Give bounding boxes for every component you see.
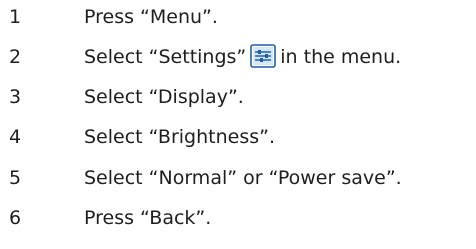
step-text-before-icon: Select “Settings” — [84, 46, 247, 68]
step-2: 2 Select “Settings” in the menu. — [0, 41, 476, 73]
step-3: 3 Select “Display”. — [0, 81, 476, 113]
step-text-after-icon: in the menu. — [280, 46, 402, 68]
step-number: 6 — [9, 207, 22, 229]
step-number: 3 — [9, 86, 22, 108]
step-5: 5 Select “Normal” or “Power save”. — [0, 162, 476, 194]
step-text: Select “Brightness”. — [84, 126, 276, 148]
step-number: 1 — [9, 6, 22, 28]
step-text: Press “Back”. — [84, 207, 212, 229]
step-text: Press “Menu”. — [84, 6, 218, 28]
step-text: Select “Display”. — [84, 86, 244, 108]
step-6: 6 Press “Back”. — [0, 202, 476, 234]
step-number: 4 — [9, 126, 22, 148]
step-number: 2 — [9, 46, 22, 68]
step-1: 1 Press “Menu”. — [0, 1, 476, 33]
instruction-list: 1 Press “Menu”. 2 Select “Settings” in t… — [0, 0, 476, 249]
step-text: Select “Normal” or “Power save”. — [84, 167, 402, 189]
settings-icon — [250, 43, 277, 68]
step-text: Select “Settings” in the menu. — [84, 41, 401, 73]
step-number: 5 — [9, 167, 22, 189]
step-4: 4 Select “Brightness”. — [0, 121, 476, 153]
